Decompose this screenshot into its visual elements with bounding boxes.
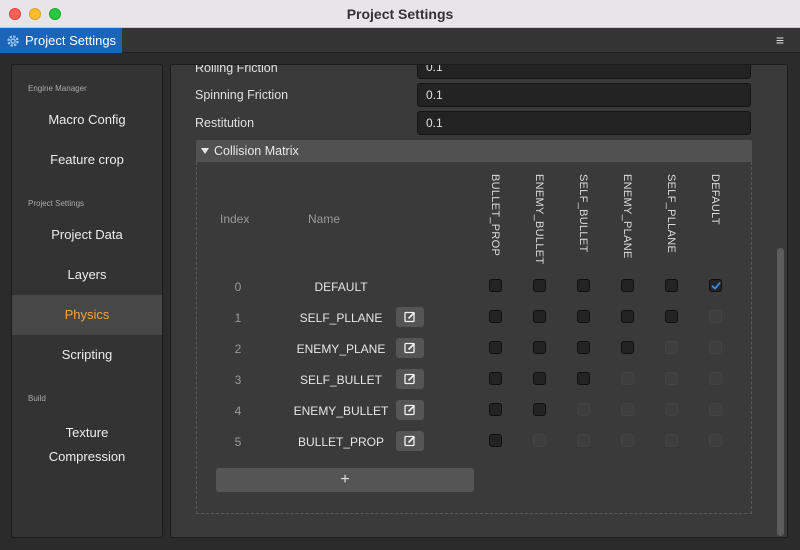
layer-index: 5 xyxy=(234,435,242,449)
spinning-friction-label: Spinning Friction xyxy=(195,88,289,102)
sidebar-item-feature-crop[interactable]: Feature crop xyxy=(12,140,162,180)
layer-index: 0 xyxy=(234,280,242,294)
column-label-default: DEFAULT xyxy=(709,174,721,225)
collision-checkbox-self-pllane-self-pllane[interactable] xyxy=(665,310,678,323)
column-label-self-pllane: SELF_PLLANE xyxy=(665,174,677,254)
collision-checkbox-enemy-bullet-enemy-bullet[interactable] xyxy=(533,403,546,416)
collision-checkbox-self-bullet-self-pllane xyxy=(665,372,678,385)
collision-checkbox-enemy-plane-self-pllane xyxy=(665,341,678,354)
collision-checkbox-self-pllane-enemy-plane[interactable] xyxy=(621,310,634,323)
collision-checkbox-bullet-prop-enemy-bullet xyxy=(533,434,546,447)
restitution-input[interactable]: 0.1 xyxy=(417,111,751,135)
collision-checkbox-self-bullet-enemy-bullet[interactable] xyxy=(533,372,546,385)
sidebar-group-engine-manager: Engine Manager xyxy=(28,84,87,93)
collision-checkbox-self-pllane-bullet-prop[interactable] xyxy=(489,310,502,323)
collision-checkbox-enemy-bullet-default xyxy=(709,403,722,416)
window-title: Project Settings xyxy=(346,6,454,22)
edit-layer-button[interactable] xyxy=(396,431,424,451)
edit-icon xyxy=(404,311,416,323)
collision-checkbox-default-default[interactable] xyxy=(709,279,722,292)
sidebar-item-scripting[interactable]: Scripting xyxy=(12,335,162,375)
sidebar-item-layers[interactable]: Layers xyxy=(12,255,162,295)
layer-name: BULLET_PROP xyxy=(297,435,385,449)
collision-checkbox-enemy-plane-default xyxy=(709,341,722,354)
collision-checkbox-bullet-prop-bullet-prop[interactable] xyxy=(489,434,502,447)
collision-checkbox-default-enemy-bullet[interactable] xyxy=(533,279,546,292)
layer-index: 4 xyxy=(234,404,242,418)
rolling-friction-input[interactable]: 0.1 xyxy=(417,65,751,79)
collision-matrix-header[interactable]: Collision Matrix xyxy=(196,140,752,162)
layer-name: SELF_BULLET xyxy=(299,373,383,387)
column-label-bullet-prop: BULLET_PROP xyxy=(489,174,501,257)
collision-checkbox-default-self-pllane[interactable] xyxy=(665,279,678,292)
rolling-friction-label: Rolling Friction xyxy=(195,64,278,75)
collision-checkbox-default-bullet-prop[interactable] xyxy=(489,279,502,292)
sidebar-item-label-line1: Texture xyxy=(65,425,109,440)
collision-checkbox-default-self-bullet[interactable] xyxy=(577,279,590,292)
edit-layer-button[interactable] xyxy=(396,338,424,358)
sidebar-group-build: Build xyxy=(28,394,46,403)
physics-settings-panel: Rolling Friction 0.1 Spinning Friction 0… xyxy=(170,64,788,538)
collision-checkbox-enemy-plane-enemy-plane[interactable] xyxy=(621,341,634,354)
collision-checkbox-bullet-prop-enemy-plane xyxy=(621,434,634,447)
collision-checkbox-self-bullet-bullet-prop[interactable] xyxy=(489,372,502,385)
layer-index: 3 xyxy=(234,373,242,387)
collision-checkbox-enemy-bullet-self-pllane xyxy=(665,403,678,416)
spinning-friction-input[interactable]: 0.1 xyxy=(417,83,751,107)
collision-checkbox-self-pllane-enemy-bullet[interactable] xyxy=(533,310,546,323)
sidebar-item-physics[interactable]: Physics xyxy=(12,295,162,335)
layer-index: 2 xyxy=(234,342,242,356)
gear-icon xyxy=(7,34,19,47)
collision-checkbox-enemy-bullet-bullet-prop[interactable] xyxy=(489,403,502,416)
layer-index: 1 xyxy=(234,311,242,325)
layer-name: SELF_PLLANE xyxy=(299,311,383,325)
collision-checkbox-enemy-bullet-self-bullet xyxy=(577,403,590,416)
collision-checkbox-bullet-prop-default xyxy=(709,434,722,447)
edit-layer-button[interactable] xyxy=(396,369,424,389)
collision-checkbox-bullet-prop-self-bullet xyxy=(577,434,590,447)
title-bar: Project Settings xyxy=(0,0,800,28)
column-label-self-bullet: SELF_BULLET xyxy=(577,174,589,253)
collision-checkbox-self-bullet-default xyxy=(709,372,722,385)
collision-checkbox-bullet-prop-self-pllane xyxy=(665,434,678,447)
collision-checkbox-enemy-bullet-enemy-plane xyxy=(621,403,634,416)
edit-icon xyxy=(404,435,416,447)
collapse-triangle-icon xyxy=(201,148,209,154)
name-header: Name xyxy=(308,212,341,226)
collision-matrix-title: Collision Matrix xyxy=(214,144,299,158)
checkmark-icon xyxy=(711,282,721,290)
index-header: Index xyxy=(220,212,250,226)
collision-checkbox-self-bullet-self-bullet[interactable] xyxy=(577,372,590,385)
collision-checkbox-self-pllane-default xyxy=(709,310,722,323)
collision-checkbox-enemy-plane-self-bullet[interactable] xyxy=(577,341,590,354)
edit-icon xyxy=(404,404,416,416)
edit-layer-button[interactable] xyxy=(396,307,424,327)
sidebar-group-project-settings: Project Settings xyxy=(28,199,85,208)
edit-icon xyxy=(404,373,416,385)
layer-name: ENEMY_BULLET xyxy=(293,404,389,418)
edit-layer-button[interactable] xyxy=(396,400,424,420)
column-label-enemy-bullet: ENEMY_BULLET xyxy=(533,174,545,265)
tab-project-settings[interactable]: Project Settings xyxy=(0,28,122,53)
layer-name: DEFAULT xyxy=(314,280,368,294)
collision-checkbox-enemy-plane-bullet-prop[interactable] xyxy=(489,341,502,354)
hamburger-menu-icon[interactable]: ≡ xyxy=(772,32,788,48)
edit-icon xyxy=(404,342,416,354)
collision-checkbox-self-bullet-enemy-plane xyxy=(621,372,634,385)
sidebar-item-label-line2: Compression xyxy=(48,449,126,464)
collision-checkbox-default-enemy-plane[interactable] xyxy=(621,279,634,292)
scrollbar[interactable] xyxy=(777,248,784,536)
sidebar-item-project-data[interactable]: Project Data xyxy=(12,215,162,255)
column-label-enemy-plane: ENEMY_PLANE xyxy=(621,174,633,259)
tab-bar: Project Settings ≡ xyxy=(0,28,800,53)
collision-checkbox-enemy-plane-enemy-bullet[interactable] xyxy=(533,341,546,354)
restitution-label: Restitution xyxy=(195,116,255,130)
layer-name: ENEMY_PLANE xyxy=(296,342,386,356)
sidebar-item-texture-compression[interactable]: Texture Compression xyxy=(12,417,162,473)
tab-label: Project Settings xyxy=(25,33,117,48)
add-layer-button[interactable]: + xyxy=(216,468,474,492)
collision-checkbox-self-pllane-self-bullet[interactable] xyxy=(577,310,590,323)
sidebar-item-macro-config[interactable]: Macro Config xyxy=(12,100,162,140)
sidebar: Engine Manager Macro Config Feature crop… xyxy=(11,64,163,538)
